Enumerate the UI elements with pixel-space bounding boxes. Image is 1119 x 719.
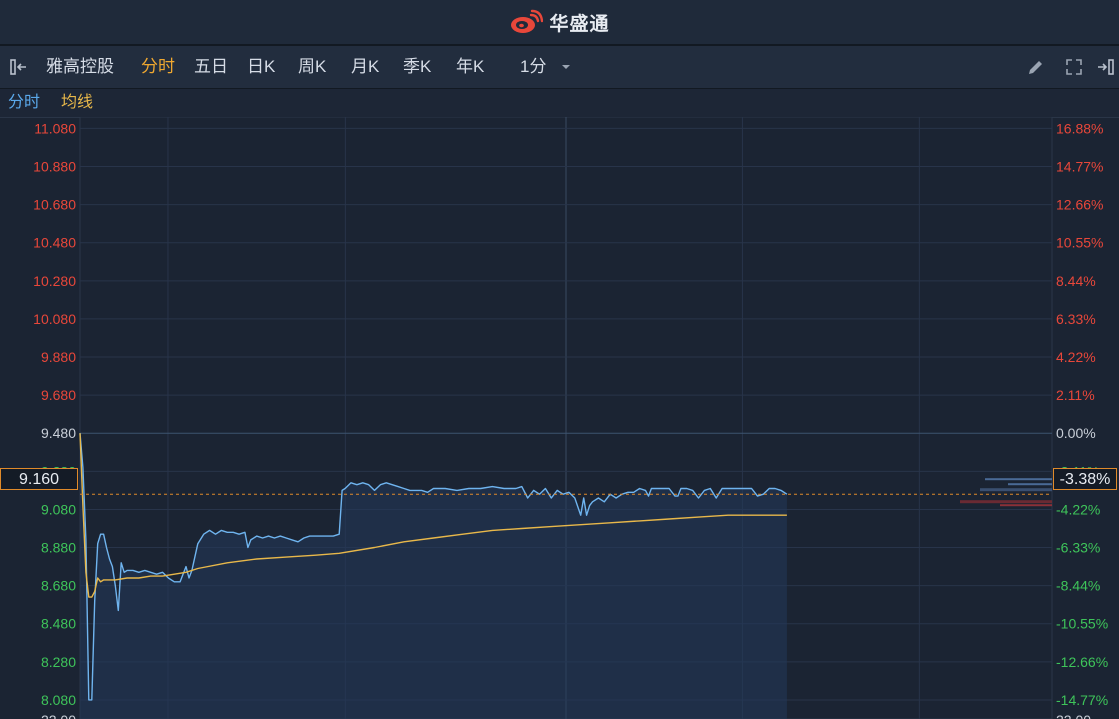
y-axis-price-label: 11.080 [34, 120, 76, 136]
tab-yearly-k[interactable]: 年K [456, 46, 484, 88]
y-axis-price-label: 10.680 [33, 197, 76, 213]
depth-bar [1000, 504, 1052, 507]
brand: 华盛通 [509, 9, 609, 36]
y-axis-price-label: 8.680 [41, 578, 76, 594]
stock-name: 雅高控股 [46, 57, 114, 76]
y-axis-pct-label: -10.55% [1056, 616, 1108, 632]
tab-weekly-k[interactable]: 周K [298, 46, 326, 88]
y-axis-price-label: 9.480 [41, 425, 76, 441]
fullscreen-icon[interactable] [1064, 57, 1084, 77]
depth-bar [1008, 483, 1052, 486]
pencil-icon[interactable] [1026, 57, 1046, 77]
y-axis-pct-label: -14.77% [1056, 692, 1108, 708]
intraday-chart: 11.080 16.88% 10.880 14.77% 10.680 12.66% 10.4… [33, 117, 1108, 719]
interval-select[interactable]: 1分 [520, 46, 546, 88]
tab-monthly-k[interactable]: 月K [351, 46, 379, 88]
y-axis-price-label: 10.280 [33, 273, 76, 289]
chart-toolbar: 雅高控股 分时 五日 日K 周K 月K 季K 年K 1分 [0, 46, 1119, 89]
legend-average: 均线 [61, 94, 94, 111]
y-axis-pct-label: 2.11% [1056, 387, 1095, 403]
bottom-left-label: 22.00 [41, 712, 76, 719]
bottom-right-label: 22.00 [1056, 712, 1091, 719]
y-axis-pct-label: 14.77% [1056, 159, 1103, 175]
y-axis-price-label: 8.880 [41, 540, 76, 556]
tab-daily-k[interactable]: 日K [247, 46, 275, 88]
weibo-style-logo-icon [511, 9, 544, 33]
y-axis-pct-label: 10.55% [1056, 235, 1103, 251]
collapse-left-icon[interactable] [9, 57, 29, 77]
depth-bar [985, 478, 1052, 481]
y-axis-pct-label: 16.88% [1056, 120, 1103, 136]
tab-five-day[interactable]: 五日 [194, 46, 228, 88]
chart-area: 11.080 16.88% 10.880 14.77% 10.680 12.66% 10.4… [0, 117, 1119, 719]
y-axis-pct-label: 0.00% [1056, 425, 1096, 441]
y-axis-pct-label: -8.44% [1056, 578, 1100, 594]
depth-bar [980, 488, 1052, 492]
y-axis-pct-label: -4.22% [1056, 501, 1100, 517]
y-axis-price-label: 9.080 [41, 501, 76, 517]
y-axis-price-label: 9.680 [41, 387, 76, 403]
y-axis-price-label: 10.480 [33, 235, 76, 251]
last-change-marker: -3.38% [1053, 468, 1117, 490]
top-bar: 华盛通 [0, 0, 1119, 46]
tab-intraday[interactable]: 分时 [141, 46, 175, 88]
y-axis-pct-label: -12.66% [1056, 654, 1108, 670]
y-axis-pct-label: 4.22% [1056, 349, 1096, 365]
y-axis-price-label: 8.280 [41, 654, 76, 670]
y-axis-pct-label: -6.33% [1056, 540, 1100, 556]
y-axis-price-label: 8.480 [41, 616, 76, 632]
y-axis-price-label: 8.080 [41, 692, 76, 708]
tab-quarterly-k[interactable]: 季K [403, 46, 431, 88]
y-axis-pct-label: 6.33% [1056, 311, 1096, 327]
dropdown-caret-icon[interactable] [560, 62, 572, 72]
depth-bar [960, 500, 1052, 504]
y-axis-price-label: 10.880 [33, 159, 76, 175]
y-axis-price-label: 10.080 [33, 311, 76, 327]
y-axis-pct-label: 8.44% [1056, 273, 1096, 289]
collapse-right-icon[interactable] [1096, 57, 1116, 77]
legend-bar: 分时 均线 [0, 89, 1119, 118]
y-axis-pct-label: 12.66% [1056, 197, 1103, 213]
legend-intraday: 分时 [8, 94, 41, 111]
last-price-marker: 9.160 [0, 468, 78, 490]
brand-name: 华盛通 [549, 13, 610, 35]
y-axis-price-label: 9.880 [41, 349, 76, 365]
